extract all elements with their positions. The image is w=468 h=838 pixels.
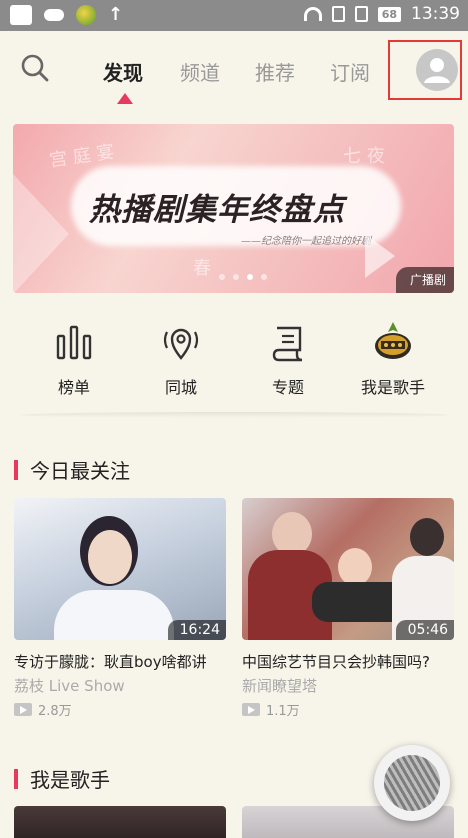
sim2-icon (354, 6, 368, 22)
quick-item-label: 专题 (271, 378, 304, 397)
user-icon (424, 58, 450, 83)
search-button[interactable] (20, 53, 50, 83)
notification-app-icon (10, 5, 32, 25)
clock: 13:39 (411, 4, 460, 24)
banner-decoration-text: 七 夜 (343, 146, 385, 167)
tab-recommend[interactable]: 推荐 (255, 57, 295, 86)
video-title: 专访于朦胧：耿直boy啥都讲 (14, 653, 207, 671)
wifi-icon (303, 7, 322, 21)
carousel-dots (219, 274, 267, 280)
top-nav: 发现 频道 推荐 订阅 (0, 31, 468, 111)
banner-decoration (13, 174, 69, 293)
tab-discover[interactable]: 发现 (103, 57, 143, 86)
cloud-icon (44, 9, 64, 21)
search-icon (21, 54, 49, 82)
video-duration: 16:24 (167, 620, 226, 640)
banner-decoration-text: 春 (193, 258, 211, 279)
avatar-button[interactable] (416, 49, 458, 91)
figure-face (88, 530, 132, 584)
highlight-box (388, 40, 462, 100)
active-tab-indicator (117, 93, 133, 104)
video-card[interactable]: 05:46 中国综艺节目只会抄韩国吗? 新闻瞭望塔 1.1万 (242, 498, 454, 719)
video-thumbnail[interactable] (14, 806, 226, 838)
microphone-grille-icon (384, 755, 440, 811)
section-title: 我是歌手 (30, 768, 110, 792)
carousel-dot[interactable] (261, 274, 267, 280)
bar-chart-icon (56, 325, 92, 360)
quick-item-rankings[interactable]: 榜单 (29, 320, 119, 398)
quick-item-label: 榜单 (57, 378, 90, 397)
status-bar: ↑ 68 13:39 (0, 0, 468, 31)
play-count-icon (242, 703, 260, 716)
video-views: 2.8万 (14, 700, 226, 719)
video-title: 中国综艺节目只会抄韩国吗? (242, 653, 430, 671)
figure-head (410, 518, 444, 556)
quick-menu: 榜单 同城 专题 我是歌手 (0, 320, 468, 410)
figure-robe (54, 590, 174, 640)
location-pin-icon (163, 328, 199, 360)
battery-level: 68 (377, 6, 401, 22)
section-header: 我是歌手 (14, 764, 110, 793)
scroll-icon (272, 326, 303, 362)
carousel-dot[interactable] (233, 274, 239, 280)
tab-subscriptions[interactable]: 订阅 (330, 57, 370, 86)
quick-item-label: 同城 (164, 378, 197, 397)
quick-item-label: 我是歌手 (360, 378, 425, 397)
section-header: 今日最关注 (14, 455, 130, 484)
divider-shadow (20, 412, 448, 418)
banner-title: 热播剧集年终盘点 (89, 192, 345, 228)
tab-channels[interactable]: 频道 (180, 57, 220, 86)
video-thumbnail[interactable]: 16:24 (14, 498, 226, 640)
promo-banner[interactable]: 宫 庭 宴 七 夜 春 热播剧集年终盘点 ——纪念陪你一起追过的好剧 广播剧 (13, 124, 454, 293)
quick-item-singer[interactable]: 我是歌手 (348, 320, 438, 398)
section-accent-bar (14, 460, 18, 480)
carousel-dot-active[interactable] (247, 274, 253, 280)
quick-item-topics[interactable]: 专题 (243, 320, 333, 398)
play-triangle-icon (365, 234, 395, 278)
app-notification-icon (76, 5, 96, 25)
video-source[interactable]: 荔枝 Live Show (14, 675, 226, 696)
singer-logo-icon (375, 322, 411, 359)
floating-player-button[interactable] (374, 745, 450, 821)
quick-item-local[interactable]: 同城 (136, 320, 226, 398)
carousel-dot[interactable] (219, 274, 225, 280)
banner-category-tag: 广播剧 (395, 267, 454, 293)
video-thumbnail[interactable]: 05:46 (242, 498, 454, 640)
play-count-icon (14, 703, 32, 716)
section-title: 今日最关注 (30, 459, 130, 483)
sim-icon (331, 6, 345, 22)
view-count: 2.8万 (38, 704, 72, 719)
banner-subtitle: ——纪念陪你一起追过的好剧 (241, 236, 371, 247)
figure-head (338, 548, 372, 586)
upload-arrow-icon: ↑ (108, 4, 124, 25)
video-card[interactable]: 16:24 专访于朦胧：耿直boy啥都讲 荔枝 Live Show 2.8万 (14, 498, 226, 719)
video-views: 1.1万 (242, 700, 454, 719)
section-accent-bar (14, 769, 18, 789)
view-count: 1.1万 (266, 704, 300, 719)
video-source[interactable]: 新闻瞭望塔 (242, 675, 454, 696)
video-duration: 05:46 (395, 620, 454, 640)
